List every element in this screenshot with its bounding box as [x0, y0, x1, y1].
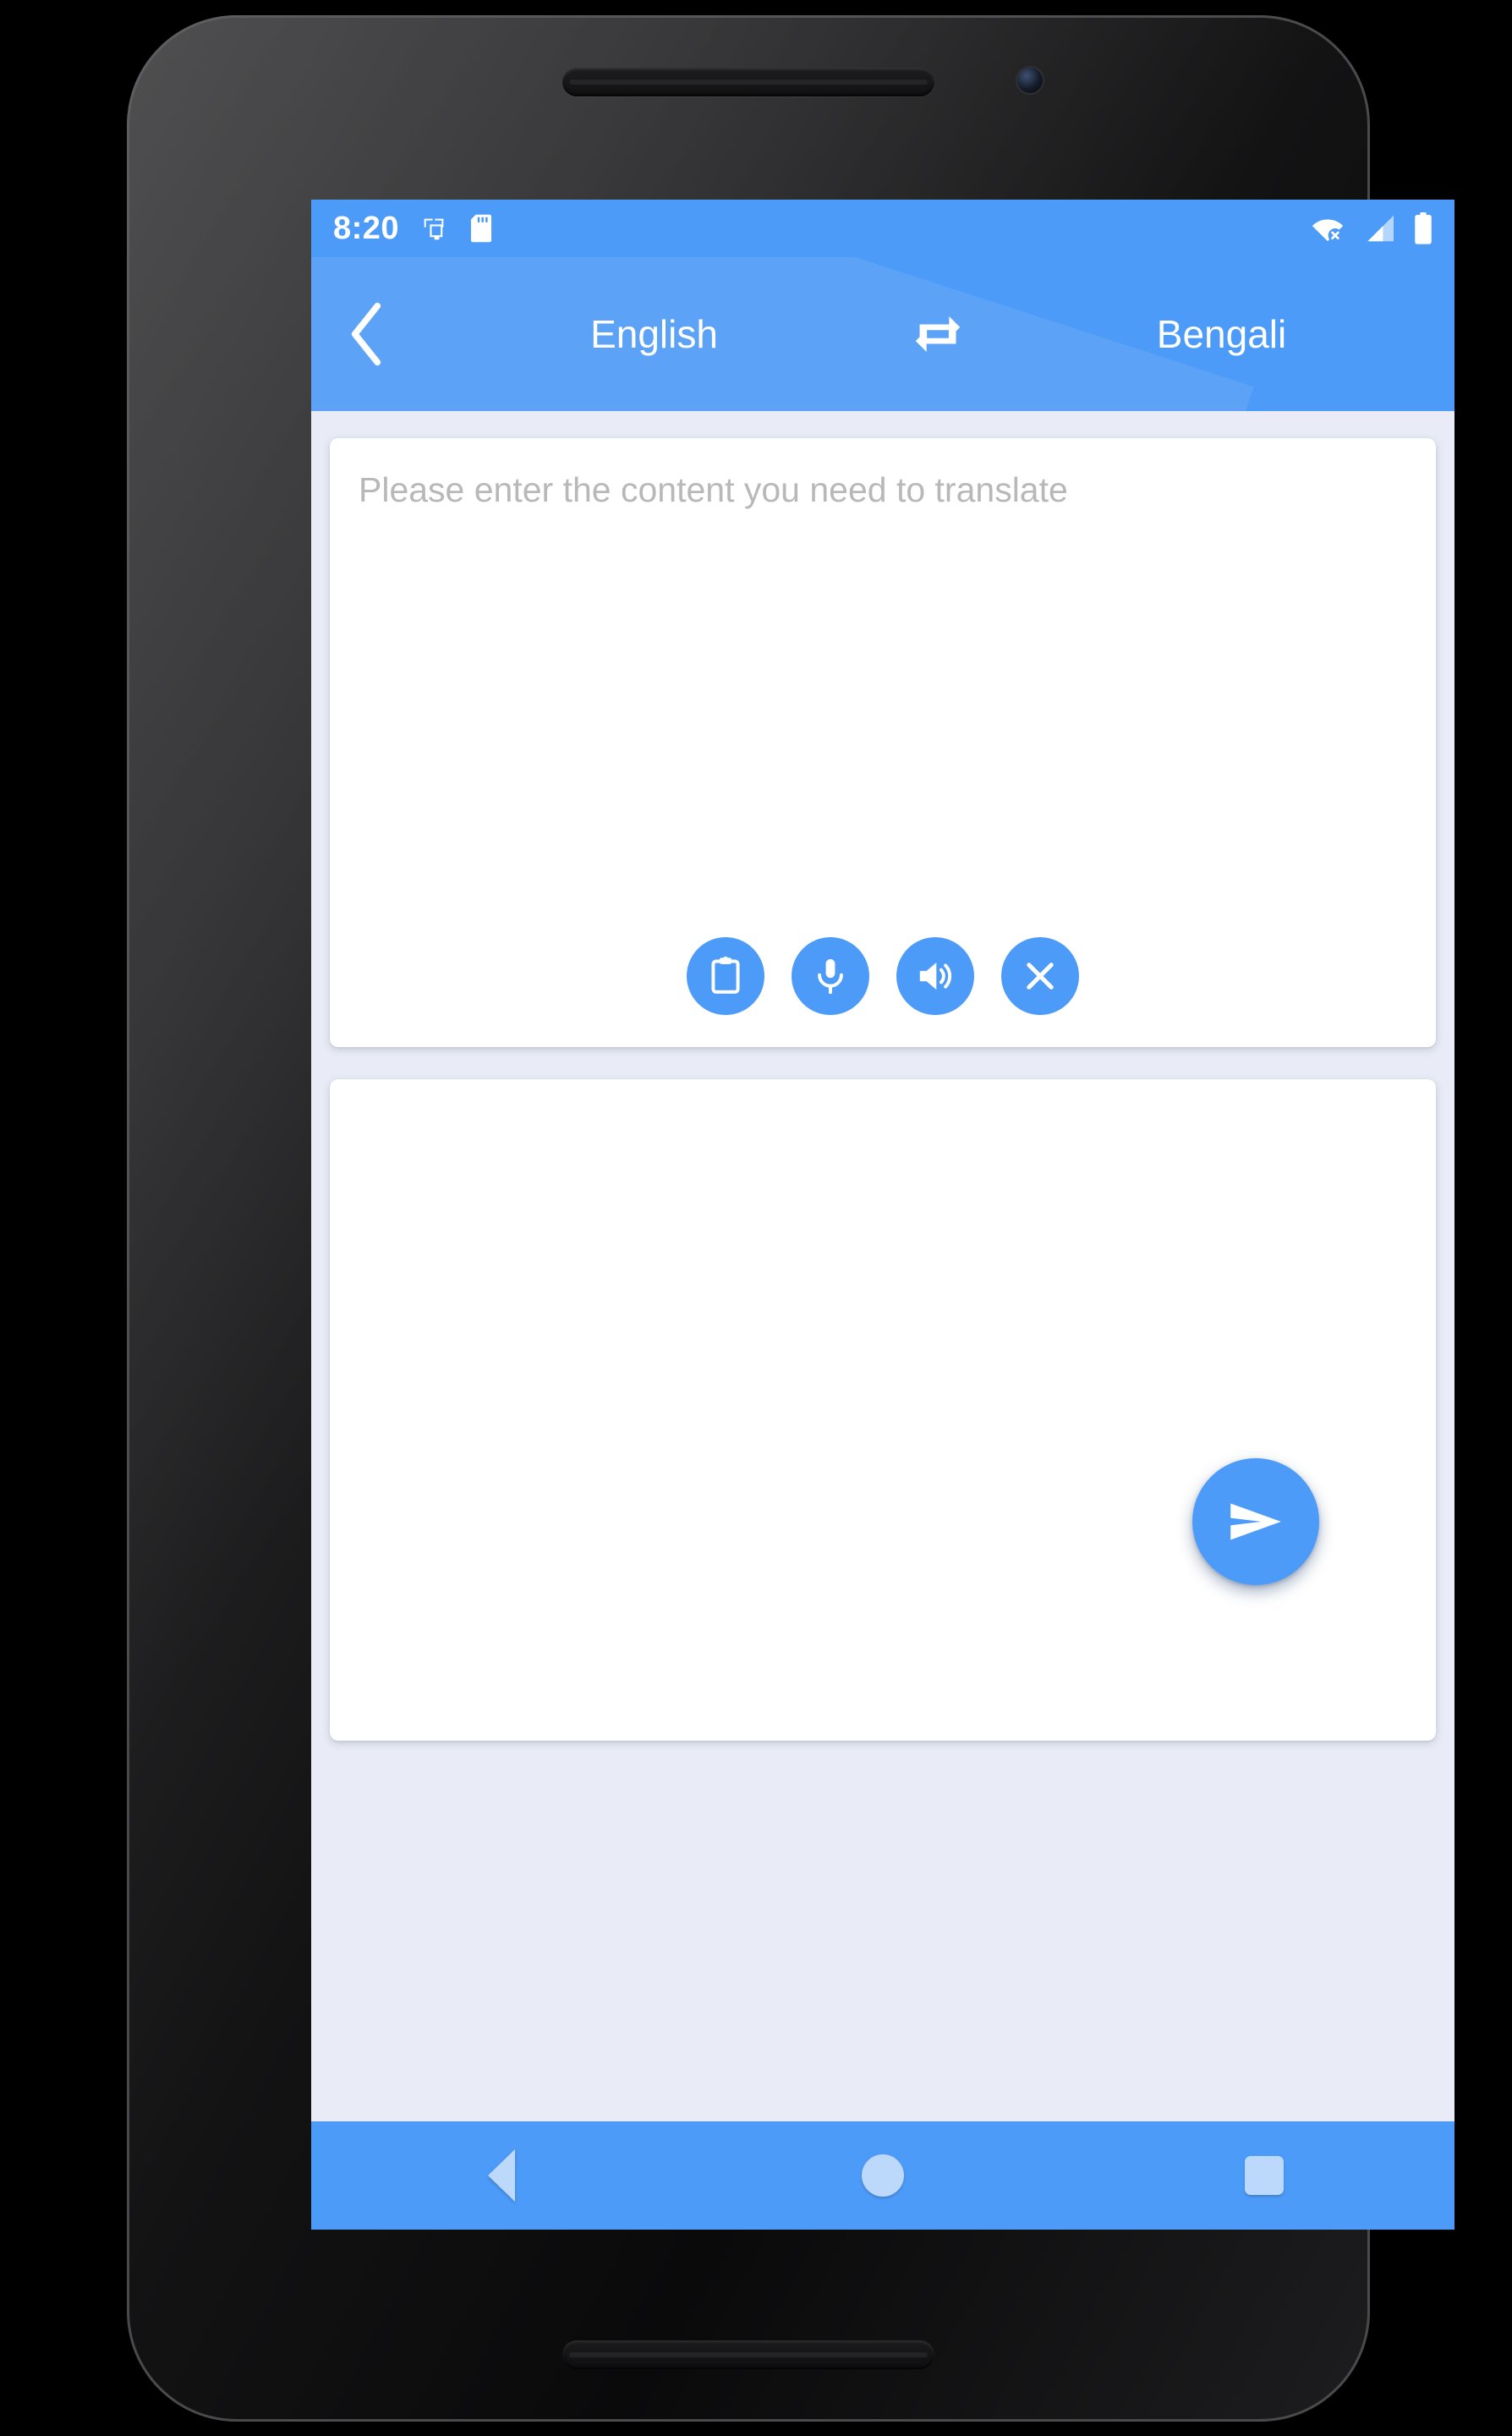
earpiece-speaker — [562, 68, 934, 96]
status-right-icons — [1311, 212, 1433, 244]
nav-back-icon — [488, 2149, 516, 2202]
close-icon — [1027, 963, 1054, 990]
nav-back-button[interactable] — [417, 2121, 586, 2230]
swap-languages-icon — [915, 316, 961, 352]
swap-languages-button[interactable] — [887, 308, 989, 360]
nav-home-icon — [861, 2154, 904, 2197]
paste-button[interactable] — [687, 937, 764, 1015]
bottom-speaker — [562, 2340, 934, 2369]
target-language-button[interactable]: Bengali — [989, 311, 1454, 357]
source-language-label: English — [590, 312, 718, 356]
main-content: Please enter the content you need to tra… — [311, 411, 1454, 2121]
microphone-icon — [818, 959, 843, 995]
phone-screen: 8:20 English Bengali Please enter the co… — [311, 200, 1454, 2230]
nav-recents-icon — [1244, 2156, 1284, 2195]
back-button[interactable] — [311, 257, 421, 411]
front-camera — [1017, 68, 1043, 93]
voice-button[interactable] — [792, 937, 869, 1015]
phone-device: 8:20 English Bengali Please enter the co… — [127, 15, 1454, 2422]
output-card[interactable] — [330, 1079, 1436, 1741]
speak-button[interactable] — [896, 937, 974, 1015]
clipboard-icon — [711, 956, 740, 994]
source-language-button[interactable]: English — [421, 311, 887, 357]
battery-full-icon — [1414, 212, 1433, 244]
clear-button[interactable] — [1001, 937, 1079, 1015]
input-placeholder: Please enter the content you need to tra… — [359, 470, 1068, 509]
translate-send-button[interactable] — [1192, 1458, 1319, 1585]
input-card[interactable]: Please enter the content you need to tra… — [330, 438, 1436, 1047]
status-time: 8:20 — [333, 211, 400, 246]
sd-card-icon — [468, 214, 494, 243]
chevron-left-icon — [351, 302, 381, 366]
screenshot-icon — [419, 214, 448, 243]
status-bar: 8:20 — [311, 200, 1454, 257]
target-language-label: Bengali — [1156, 312, 1287, 356]
wifi-off-icon — [1311, 214, 1345, 243]
send-icon — [1230, 1503, 1281, 1540]
cellular-signal-icon — [1363, 214, 1395, 243]
volume-up-icon — [919, 962, 952, 990]
nav-home-button[interactable] — [798, 2121, 967, 2230]
earpiece-speaker-slot — [569, 80, 928, 85]
input-action-row — [330, 937, 1436, 1015]
app-bar: English Bengali — [311, 257, 1454, 411]
android-nav-bar — [311, 2121, 1454, 2230]
bottom-speaker-slot — [569, 2352, 928, 2357]
nav-recents-button[interactable] — [1180, 2121, 1349, 2230]
